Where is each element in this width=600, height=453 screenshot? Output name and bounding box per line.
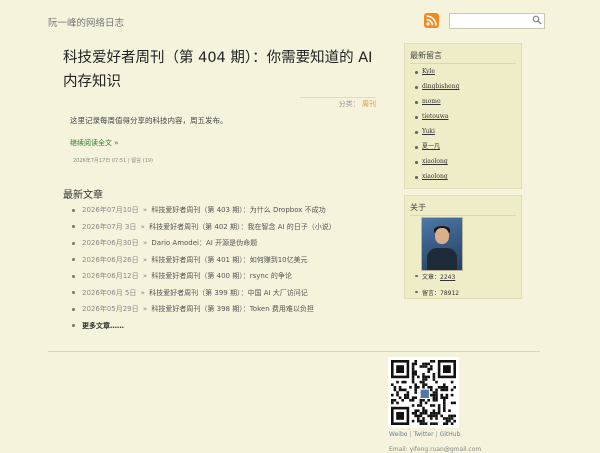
comment-author-link[interactable]: Yuki	[422, 128, 435, 135]
comment-item: momo	[415, 98, 459, 113]
comment-author-link[interactable]: momo	[422, 98, 441, 105]
search-icon[interactable]	[532, 15, 542, 25]
recent-post-separator: »	[142, 272, 148, 280]
comment-author-link[interactable]: dingbisheng	[422, 83, 459, 90]
comment-item: 夏一凡	[415, 143, 459, 158]
more-posts-item: 更多文章……	[72, 321, 336, 338]
comments-count: 留言：78912	[415, 288, 459, 297]
recent-post-link[interactable]: 科技爱好者周刊（第 400 期）：rsync 的争论	[151, 272, 292, 280]
recent-post-date: 2026年07月10日	[82, 206, 139, 214]
comments-label: 留言：	[422, 290, 441, 297]
comment-item: Yuki	[415, 128, 459, 143]
recent-post-separator: »	[142, 255, 148, 264]
divider	[410, 215, 516, 216]
recent-post-item: 2026年07月10日 » 科技爱好者周刊（第 403 期）：为什么 Dropb…	[72, 205, 336, 222]
recent-post-link[interactable]: 科技爱好者周刊（第 401 期）：如何赚到10亿美元	[151, 256, 307, 264]
latest-comments-box: 最新留言 Kyle dingbisheng momo tietouwa Yuki…	[404, 43, 522, 189]
divider	[410, 63, 516, 64]
weibo-link[interactable]: Weibo	[389, 431, 407, 438]
site-title[interactable]: 阮一峰的网络日志	[48, 15, 124, 29]
recent-post-date: 2026年06月12日	[82, 272, 139, 280]
footer-divider	[48, 351, 540, 352]
comment-item: dingbisheng	[415, 83, 459, 98]
articles-count-link[interactable]: 2243	[440, 274, 455, 281]
recent-post-date: 2026年07月 3日	[82, 222, 137, 231]
comment-author-link[interactable]: Kyle	[422, 68, 435, 75]
recent-post-link[interactable]: Dario Amodei：AI 开源是伪命题	[151, 239, 257, 247]
comment-author-link[interactable]: 夏一凡	[422, 143, 440, 150]
comment-item: xiaolong	[415, 158, 459, 173]
search-input[interactable]	[449, 13, 545, 29]
recent-post-link[interactable]: 科技爱好者周刊（第 403 期）：为什么 Dropbox 不成功	[151, 206, 325, 214]
recent-post-link[interactable]: 科技爱好者周刊（第 398 期）：Token 费用难以负担	[151, 305, 313, 313]
comments-link[interactable]: 留言 (19)	[131, 158, 153, 164]
more-posts-link[interactable]: 更多文章……	[82, 322, 124, 330]
qr-code	[388, 357, 459, 428]
recent-post-separator: »	[142, 206, 148, 214]
twitter-link[interactable]: Twitter	[413, 431, 433, 438]
comment-item: tietouwa	[415, 113, 459, 128]
github-link[interactable]: GitHub	[440, 431, 461, 438]
recent-post-separator: »	[142, 305, 148, 313]
post-title[interactable]: 科技爱好者周刊（第 404 期）：你需要知道的 AI 内存知识	[63, 46, 385, 94]
latest-comments-list: Kyle dingbisheng momo tietouwa Yuki 夏一凡 …	[415, 68, 459, 188]
comment-item: xiaolong	[415, 173, 459, 188]
category-link[interactable]: 周刊	[362, 100, 376, 108]
recent-post-item: 2026年06月30日 » Dario Amodei：AI 开源是伪命题	[72, 238, 336, 255]
articles-label: 文章：	[422, 274, 441, 281]
recent-post-date: 2026年06月26日	[82, 255, 139, 264]
recent-post-separator: »	[142, 239, 148, 247]
recent-post-date: 2026年06月 5日	[82, 288, 137, 297]
articles-count: 文章：2243	[415, 272, 455, 281]
recent-post-separator: »	[140, 288, 145, 297]
recent-post-item: 2026年06月26日 » 科技爱好者周刊（第 401 期）：如何赚到10亿美元	[72, 255, 336, 272]
comment-author-link[interactable]: tietouwa	[422, 113, 448, 120]
comment-author-link[interactable]: xiaolong	[422, 173, 448, 180]
post-date: 2026年7月17日 07:51	[73, 158, 127, 164]
about-box: 关于 文章：2243 留言：78912	[404, 195, 522, 299]
recent-post-item: 2026年06月12日 » 科技爱好者周刊（第 400 期）：rsync 的争论	[72, 271, 336, 288]
link-separator: |	[409, 431, 412, 438]
author-avatar[interactable]	[421, 217, 463, 271]
comment-author-link[interactable]: xiaolong	[422, 158, 448, 165]
category-label: 分类：	[338, 100, 360, 108]
recent-post-item: 2026年05月29日 » 科技爱好者周刊（第 398 期）：Token 费用难…	[72, 304, 336, 321]
recent-posts-list: 2026年07月10日 » 科技爱好者周刊（第 403 期）：为什么 Dropb…	[72, 205, 336, 337]
recent-post-item: 2026年06月 5日 » 科技爱好者周刊（第 399 期）：中国 AI 大厂访…	[72, 288, 336, 305]
recent-post-date: 2026年05月29日	[82, 305, 139, 313]
recent-post-separator: »	[140, 222, 145, 231]
about-heading: 关于	[410, 203, 426, 212]
post-meta: 2026年7月17日 07:51 | 留言 (19)	[73, 157, 153, 164]
link-separator: |	[435, 431, 438, 438]
recent-post-link[interactable]: 科技爱好者周刊（第 402 期）：我在智念 AI 的日子（小说）	[149, 223, 336, 231]
post-excerpt: 这里记录每周值得分享的科技内容，周五发布。	[70, 116, 228, 125]
rss-icon[interactable]	[424, 13, 439, 28]
recent-posts-heading: 最新文章	[63, 190, 103, 201]
comment-item: Kyle	[415, 68, 459, 83]
post-category: 分类： 周刊	[300, 97, 376, 109]
social-links: Weibo | Twitter | GitHub	[389, 431, 460, 438]
read-more-link[interactable]: 继续阅读全文 »	[70, 138, 119, 148]
comments-count-value: 78912	[440, 290, 460, 297]
recent-post-date: 2026年06月30日	[82, 239, 139, 247]
recent-post-link[interactable]: 科技爱好者周刊（第 399 期）：中国 AI 大厂访问记	[149, 289, 308, 297]
recent-post-item: 2026年07月 3日 » 科技爱好者周刊（第 402 期）：我在智念 AI 的…	[72, 222, 336, 239]
latest-comments-heading: 最新留言	[410, 51, 442, 60]
